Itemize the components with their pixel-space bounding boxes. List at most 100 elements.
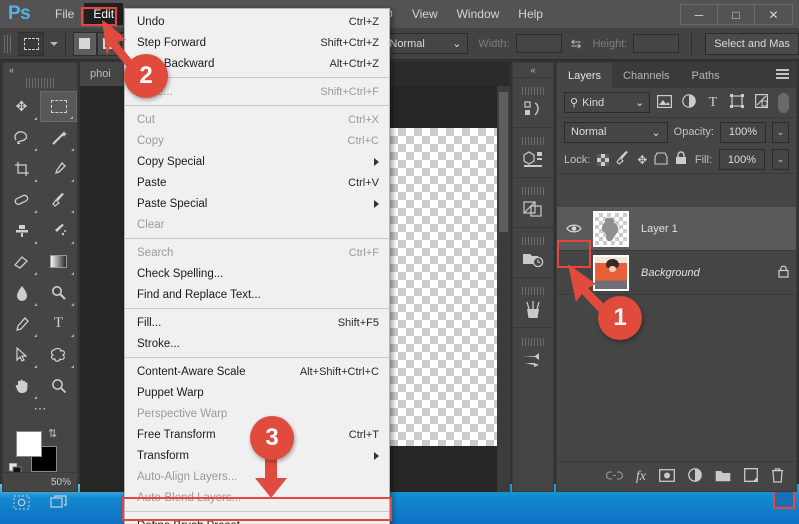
brush-icon[interactable] [40, 184, 77, 215]
screen-mode-icon[interactable] [40, 489, 77, 515]
brush-jar-icon[interactable] [513, 277, 553, 327]
history-folder-icon[interactable] [513, 227, 553, 277]
lock-position-icon[interactable]: ✥ [637, 153, 647, 167]
layer-name[interactable]: Layer 1 [635, 223, 770, 235]
libraries-icon[interactable] [513, 77, 553, 127]
ellipsis-icon[interactable]: ⋯ [3, 401, 77, 423]
check-spelling-menu-item[interactable]: Check Spelling... [125, 263, 389, 284]
undo-menu-item[interactable]: Undo Ctrl+Z [125, 11, 389, 32]
opacity-value[interactable]: 100% [720, 121, 766, 143]
adjustment-filter-icon[interactable] [679, 94, 698, 111]
shape-star-icon[interactable] [40, 339, 77, 370]
lasso-icon[interactable] [3, 122, 40, 153]
layer-name[interactable]: Background [635, 267, 770, 279]
shape-filter-icon[interactable] [727, 94, 746, 111]
paste-special-menu-item[interactable]: Paste Special [125, 193, 389, 214]
select-and-mask-button[interactable]: Select and Mas [705, 32, 799, 55]
canvas-transparent-layer[interactable] [390, 128, 500, 446]
rectangular-marquee-icon[interactable] [18, 31, 44, 56]
tool-preset-chevron-down-icon[interactable] [49, 41, 58, 46]
fill-menu-item[interactable]: Fill... Shift+F5 [125, 312, 389, 333]
lock-artboard-icon[interactable] [654, 151, 668, 168]
brush-settings-icon[interactable] [513, 327, 553, 377]
tab-layers[interactable]: Layers [557, 63, 613, 88]
collapse-double-chevron-icon[interactable]: « [3, 63, 77, 77]
new-selection-icon[interactable] [72, 31, 97, 56]
lock-image-icon[interactable] [616, 151, 630, 168]
close-icon[interactable]: ✕ [755, 5, 792, 24]
new-group-icon[interactable] [715, 469, 731, 485]
foreground-color-swatch[interactable] [16, 431, 42, 457]
crop-icon[interactable] [3, 153, 40, 184]
menu-window[interactable]: Window [448, 3, 509, 25]
puppet-warp-menu-item[interactable]: Puppet Warp [125, 382, 389, 403]
width-input[interactable] [515, 34, 562, 53]
swap-colors-icon[interactable]: ⇅ [48, 427, 57, 440]
smart-object-filter-icon[interactable] [752, 94, 771, 111]
style-select[interactable]: Normal ⌄ [382, 33, 469, 54]
pixel-filter-icon[interactable] [655, 94, 674, 111]
layer-thumbnail[interactable] [587, 254, 635, 291]
dodge-icon[interactable] [40, 277, 77, 308]
lock-all-icon[interactable] [675, 151, 687, 168]
fill-chevron-down-icon[interactable]: ⌄ [772, 149, 789, 170]
new-layer-icon[interactable] [744, 468, 758, 485]
filter-toggle[interactable] [777, 92, 789, 113]
height-input[interactable] [633, 34, 680, 53]
paste-menu-item[interactable]: Paste Ctrl+V [125, 172, 389, 193]
pen-icon[interactable] [3, 308, 40, 339]
menu-file[interactable]: File [46, 3, 83, 25]
history-brush-icon[interactable] [40, 215, 77, 246]
marquee-icon[interactable] [40, 91, 77, 122]
table-row[interactable]: Layer 1 [557, 207, 796, 251]
link-layers-icon[interactable] [605, 469, 624, 484]
step-forward-menu-item[interactable]: Step Forward Shift+Ctrl+Z [125, 32, 389, 53]
quick-mask-icon[interactable] [3, 489, 40, 515]
copy-special-menu-item[interactable]: Copy Special [125, 151, 389, 172]
gradient-icon[interactable] [40, 246, 77, 277]
fill-value[interactable]: 100% [719, 149, 765, 170]
table-row[interactable]: Background [557, 251, 796, 295]
add-layer-mask-icon[interactable] [659, 468, 675, 485]
new-fill-adjustment-icon[interactable] [688, 468, 702, 485]
canvas-vertical-scrollbar[interactable] [497, 86, 510, 492]
blur-drop-icon[interactable] [3, 277, 40, 308]
maximize-icon[interactable]: □ [718, 5, 755, 24]
stamp-icon[interactable] [3, 215, 40, 246]
swap-arrows-icon[interactable]: ⇆ [571, 36, 582, 52]
options-bar-grip[interactable] [4, 34, 14, 53]
menu-help[interactable]: Help [509, 3, 552, 25]
magic-wand-icon[interactable] [40, 122, 77, 153]
define-brush-preset-menu-item[interactable]: Define Brush Preset... [125, 515, 389, 524]
toolbox-grip[interactable] [26, 78, 54, 88]
filter-kind-select[interactable]: ⚲ Kind ⌄ [564, 92, 651, 113]
collapse-double-chevron-icon[interactable]: « [513, 63, 553, 77]
lock-transparency-icon[interactable] [597, 153, 610, 166]
tab-paths[interactable]: Paths [681, 63, 731, 88]
blend-mode-select[interactable]: Normal ⌄ [564, 121, 668, 143]
add-to-selection-icon[interactable] [96, 31, 121, 56]
healing-brush-icon[interactable] [3, 184, 40, 215]
type-t-icon[interactable]: T [40, 308, 77, 339]
cube-icon[interactable] [513, 127, 553, 177]
layer-style-fx-icon[interactable]: fx [636, 469, 646, 485]
opacity-chevron-down-icon[interactable]: ⌄ [772, 121, 789, 143]
delete-layer-icon[interactable] [771, 467, 784, 486]
hand-icon[interactable] [3, 370, 40, 401]
layer-thumbnail[interactable] [587, 210, 635, 247]
type-filter-icon[interactable]: T [703, 95, 722, 111]
minimize-icon[interactable]: ─ [681, 5, 718, 24]
menu-view[interactable]: View [403, 3, 447, 25]
tab-channels[interactable]: Channels [612, 63, 680, 88]
eraser-icon[interactable] [3, 246, 40, 277]
find-and-replace-text-menu-item[interactable]: Find and Replace Text... [125, 284, 389, 305]
scrollbar-thumb[interactable] [499, 92, 508, 232]
magnifier-icon[interactable] [40, 370, 77, 401]
arrow-cursor-icon[interactable] [3, 339, 40, 370]
layer-visibility-toggle[interactable] [561, 223, 587, 234]
panel-menu-icon[interactable] [776, 69, 789, 80]
eyedropper-icon[interactable] [40, 153, 77, 184]
adjustments-icon[interactable] [513, 177, 553, 227]
move-icon[interactable]: ✥ [3, 91, 40, 122]
stroke-menu-item[interactable]: Stroke... [125, 333, 389, 354]
